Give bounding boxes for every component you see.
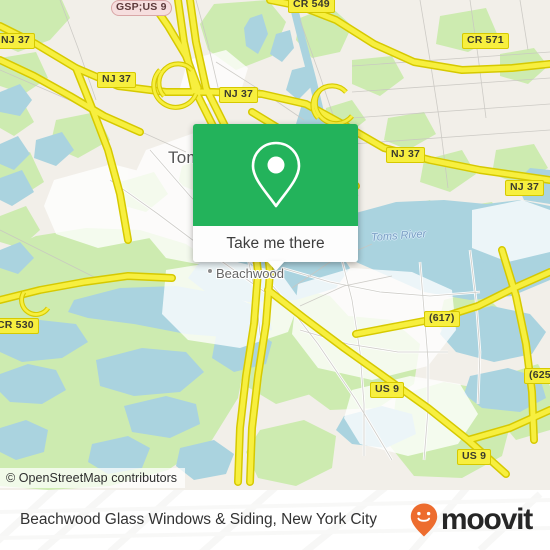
map-pin-icon — [251, 141, 300, 208]
map-popup-card[interactable]: Take me there — [193, 124, 358, 271]
road-shield-nj-37-b[interactable]: NJ 37 — [97, 72, 137, 88]
road-shield-cr-549[interactable]: CR 549 — [288, 0, 335, 13]
take-me-there-label: Take me there — [226, 235, 325, 252]
place-marker-dot-beachwood — [207, 268, 213, 274]
moovit-wordmark: moovit — [440, 503, 533, 536]
moovit-pin-smiley-icon — [410, 503, 438, 537]
footer-bar: Beachwood Glass Windows & Siding, New Yo… — [0, 490, 550, 550]
popup-pin-panel — [193, 124, 358, 226]
road-shield-gsp-us-9[interactable]: GSP;US 9 — [111, 0, 172, 16]
road-shield-cr-571[interactable]: CR 571 — [462, 33, 509, 49]
take-me-there-button[interactable]: Take me there — [193, 226, 358, 271]
map-canvas[interactable]: Toms River Beachwood Toms River NJ 37 NJ… — [0, 0, 550, 490]
road-shield-625[interactable]: (625) — [524, 368, 550, 384]
screenshot-root: Toms River Beachwood Toms River NJ 37 NJ… — [0, 0, 550, 550]
road-shield-nj-37-c[interactable]: NJ 37 — [219, 87, 259, 103]
road-shield-cr-530[interactable]: CR 530 — [0, 318, 39, 334]
road-shield-us-9-b[interactable]: US 9 — [457, 449, 492, 465]
footer-place-title: Beachwood Glass Windows & Siding, New Yo… — [20, 511, 377, 528]
map-attribution[interactable]: © OpenStreetMap contributors — [0, 468, 186, 488]
road-shield-nj-37-west[interactable]: NJ 37 — [0, 33, 36, 49]
road-shield-617[interactable]: (617) — [424, 311, 460, 327]
road-shield-us-9-a[interactable]: US 9 — [370, 382, 405, 398]
road-shield-nj-37-d[interactable]: NJ 37 — [386, 147, 426, 163]
popup-tail-arrow — [266, 261, 285, 271]
moovit-logo[interactable]: moovit — [410, 503, 533, 537]
road-shield-nj-37-east[interactable]: NJ 37 — [505, 180, 545, 196]
